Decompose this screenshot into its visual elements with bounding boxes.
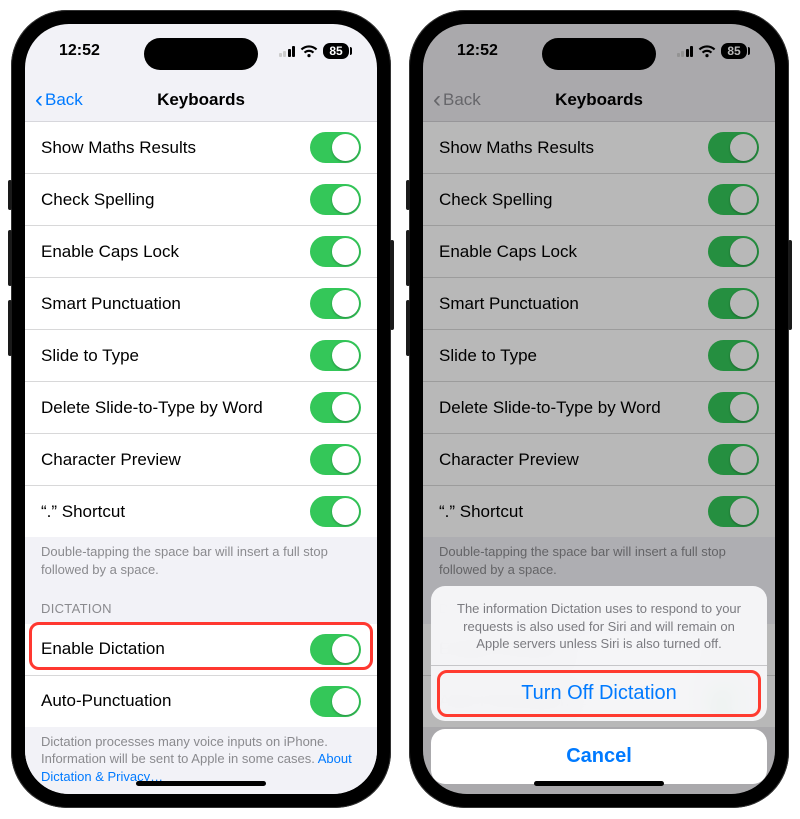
battery-icon: 85 xyxy=(323,43,349,59)
footer-text: Dictation processes many voice inputs on… xyxy=(41,734,328,767)
toggle-caps-lock[interactable] xyxy=(310,236,361,267)
section-all-typing: Show Maths Results Check Spelling Enable… xyxy=(25,122,377,537)
back-label: Back xyxy=(45,90,83,110)
wifi-icon xyxy=(300,45,318,58)
row-period-shortcut[interactable]: “.” Shortcut xyxy=(25,486,377,537)
volume-up-button xyxy=(8,230,12,286)
row-label: Enable Dictation xyxy=(41,639,165,659)
cancel-button[interactable]: Cancel xyxy=(431,729,767,784)
volume-down-button xyxy=(8,300,12,356)
row-caps-lock[interactable]: Enable Caps Lock xyxy=(25,226,377,278)
home-indicator[interactable] xyxy=(136,781,266,786)
dynamic-island xyxy=(542,38,656,70)
side-button xyxy=(390,240,394,330)
row-enable-dictation[interactable]: Enable Dictation xyxy=(25,624,377,676)
section-header-emoji: EMOJI xyxy=(25,789,377,794)
action-sheet: The information Dictation uses to respon… xyxy=(431,586,767,784)
volume-down-button xyxy=(406,300,410,356)
row-smart-punctuation[interactable]: Smart Punctuation xyxy=(25,278,377,330)
status-time: 12:52 xyxy=(59,42,100,60)
turn-off-dictation-button[interactable]: Turn Off Dictation xyxy=(431,666,767,721)
side-button xyxy=(788,240,792,330)
row-show-maths[interactable]: Show Maths Results xyxy=(25,122,377,174)
section-dictation: Enable Dictation Auto-Punctuation xyxy=(25,624,377,727)
row-label: Character Preview xyxy=(41,450,181,470)
cellular-icon xyxy=(279,45,296,57)
section-footer-dictation: Dictation processes many voice inputs on… xyxy=(25,727,377,790)
toggle-show-maths[interactable] xyxy=(310,132,361,163)
settings-list[interactable]: Show Maths Results Check Spelling Enable… xyxy=(25,122,377,794)
volume-up-button xyxy=(406,230,410,286)
row-character-preview[interactable]: Character Preview xyxy=(25,434,377,486)
phone-mockup-right: 12:52 85 ‹ Back Keyboards xyxy=(409,10,789,808)
button-label: Turn Off Dictation xyxy=(521,682,677,704)
toggle-enable-dictation[interactable] xyxy=(310,634,361,665)
toggle-character-preview[interactable] xyxy=(310,444,361,475)
row-label: Show Maths Results xyxy=(41,138,196,158)
nav-bar: ‹ Back Keyboards xyxy=(25,78,377,122)
back-button[interactable]: ‹ Back xyxy=(35,88,83,112)
row-check-spelling[interactable]: Check Spelling xyxy=(25,174,377,226)
silence-switch xyxy=(406,180,410,210)
toggle-slide-to-type[interactable] xyxy=(310,340,361,371)
toggle-period-shortcut[interactable] xyxy=(310,496,361,527)
dynamic-island xyxy=(144,38,258,70)
page-title: Keyboards xyxy=(157,90,245,110)
toggle-smart-punctuation[interactable] xyxy=(310,288,361,319)
chevron-left-icon: ‹ xyxy=(35,88,43,112)
home-indicator[interactable] xyxy=(534,781,664,786)
action-sheet-card: The information Dictation uses to respon… xyxy=(431,586,767,721)
section-footer-all-typing: Double-tapping the space bar will insert… xyxy=(25,537,377,582)
row-label: Slide to Type xyxy=(41,346,139,366)
button-label: Cancel xyxy=(566,745,632,767)
screen: 12:52 85 ‹ Back Keyboards xyxy=(25,24,377,794)
action-sheet-message: The information Dictation uses to respon… xyxy=(431,586,767,666)
toggle-check-spelling[interactable] xyxy=(310,184,361,215)
status-right: 85 xyxy=(279,43,350,59)
toggle-delete-slide-word[interactable] xyxy=(310,392,361,423)
phone-mockup-left: 12:52 85 ‹ Back Keyboards xyxy=(11,10,391,808)
row-label: Enable Caps Lock xyxy=(41,242,179,262)
row-auto-punctuation[interactable]: Auto-Punctuation xyxy=(25,676,377,727)
row-delete-slide-word[interactable]: Delete Slide-to-Type by Word xyxy=(25,382,377,434)
section-header-dictation: DICTATION xyxy=(25,582,377,624)
silence-switch xyxy=(8,180,12,210)
row-slide-to-type[interactable]: Slide to Type xyxy=(25,330,377,382)
row-label: “.” Shortcut xyxy=(41,502,125,522)
screen: 12:52 85 ‹ Back Keyboards xyxy=(423,24,775,794)
row-label: Smart Punctuation xyxy=(41,294,181,314)
row-label: Check Spelling xyxy=(41,190,154,210)
toggle-auto-punctuation[interactable] xyxy=(310,686,361,717)
row-label: Delete Slide-to-Type by Word xyxy=(41,398,263,418)
row-label: Auto-Punctuation xyxy=(41,691,171,711)
